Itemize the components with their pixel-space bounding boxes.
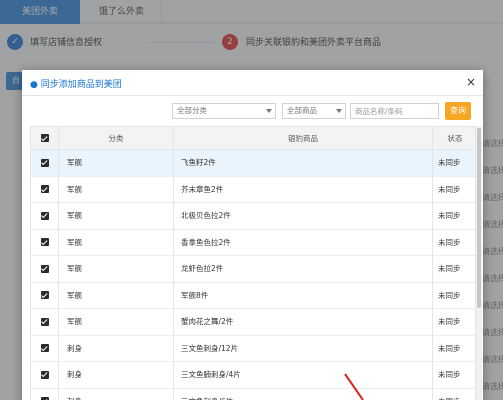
row-goods-name: 北极贝色拉2件	[174, 203, 433, 229]
filter-bar: 全部分类 全部商品 查询	[22, 102, 483, 122]
checkbox-checked-icon[interactable]	[40, 344, 49, 353]
row-checkbox-cell[interactable]	[31, 176, 59, 202]
row-category: 军舰	[59, 150, 174, 176]
row-checkbox-cell[interactable]	[31, 203, 59, 229]
dialog-header: ● 同步添加商品到美团 ×	[22, 70, 483, 96]
table-row[interactable]: 刺身 三文鱼腩刺身/4片 未同步	[31, 362, 475, 389]
checkbox-checked-icon[interactable]	[40, 185, 49, 194]
header-status: 状态	[447, 133, 463, 143]
table-row[interactable]: 军舰 军舰8件 未同步	[31, 282, 475, 309]
table-row[interactable]: 刺身 三文鱼刺身/6片 未同步	[31, 388, 477, 400]
checkbox-checked-icon[interactable]	[40, 134, 49, 142]
row-category: 刺身	[59, 362, 174, 388]
row-status: 未同步	[438, 237, 461, 247]
row-goods-name: 三文鱼刺身/6片	[174, 388, 433, 400]
row-checkbox-cell[interactable]	[31, 309, 59, 335]
row-status: 未同步	[438, 184, 461, 194]
close-icon[interactable]: ×	[465, 75, 477, 89]
row-goods-name: 芥末章鱼2件	[174, 176, 433, 202]
row-checkbox-cell[interactable]	[31, 388, 59, 400]
caret-down-icon	[266, 109, 272, 113]
table-row[interactable]: 军舰 香拿鱼色拉2件 未同步	[31, 229, 475, 256]
table-row[interactable]: 刺身 三文鱼刺身/12片 未同步	[31, 335, 475, 362]
goods-select[interactable]: 全部商品	[282, 103, 346, 119]
row-goods-name: 香拿鱼色拉2件	[174, 229, 433, 255]
table-row[interactable]: 军舰 芥末章鱼2件 未同步	[31, 176, 475, 203]
row-status: 未同步	[438, 370, 461, 380]
goods-table: 分类 银豹商品 状态 军舰 飞鱼籽2件 未同步 军舰 芥末章鱼2件 未同步 军舰…	[30, 126, 476, 400]
table-scrollbar[interactable]	[476, 126, 482, 400]
row-category: 军舰	[59, 229, 174, 255]
checkbox-checked-icon[interactable]	[40, 317, 49, 326]
row-category: 刺身	[59, 388, 174, 400]
checkbox-checked-icon[interactable]	[40, 158, 49, 167]
dialog-title: ● 同步添加商品到美团	[30, 80, 122, 90]
row-goods-name: 蟹肉花之舞/2件	[174, 309, 433, 335]
table-header: 分类 银豹商品 状态	[31, 127, 475, 150]
row-category: 军舰	[59, 282, 174, 308]
row-checkbox-cell[interactable]	[31, 335, 59, 361]
checkbox-checked-icon[interactable]	[40, 264, 49, 273]
row-checkbox-cell[interactable]	[31, 256, 59, 282]
row-checkbox-cell[interactable]	[31, 150, 59, 176]
row-goods-name: 三文鱼腩刺身/4片	[174, 362, 433, 388]
checkbox-checked-icon[interactable]	[40, 238, 49, 247]
row-checkbox-cell[interactable]	[31, 229, 59, 255]
row-category: 刺身	[59, 335, 174, 361]
category-select-value: 全部分类	[177, 106, 207, 115]
checkbox-checked-icon[interactable]	[40, 370, 49, 379]
row-goods-name: 三文鱼刺身/12片	[174, 335, 433, 361]
table-row[interactable]: 军舰 北极贝色拉2件 未同步	[31, 203, 475, 230]
query-button[interactable]: 查询	[445, 102, 471, 120]
row-goods-name: 飞鱼籽2件	[174, 150, 433, 176]
row-status: 未同步	[438, 264, 461, 274]
caret-down-icon	[336, 109, 342, 113]
row-goods-name: 军舰8件	[174, 282, 433, 308]
row-status: 未同步	[433, 389, 477, 400]
row-category: 军舰	[59, 203, 174, 229]
header-category: 分类	[59, 127, 174, 149]
row-status: 未同步	[438, 211, 461, 221]
checkbox-checked-icon[interactable]	[40, 291, 49, 300]
row-checkbox-cell[interactable]	[31, 282, 59, 308]
row-category: 军舰	[59, 176, 174, 202]
row-goods-name: 龙虾色拉2件	[174, 256, 433, 282]
header-goods-name: 银豹商品	[174, 127, 433, 149]
row-category: 军舰	[59, 309, 174, 335]
sync-goods-dialog: ● 同步添加商品到美团 × 全部分类 全部商品 查询 分类 银豹商品 状态 军舰…	[22, 70, 483, 400]
row-status: 未同步	[438, 290, 461, 300]
goods-select-value: 全部商品	[287, 106, 317, 115]
table-row[interactable]: 军舰 龙虾色拉2件 未同步	[31, 256, 475, 283]
row-category: 军舰	[59, 256, 174, 282]
search-input[interactable]	[350, 103, 439, 119]
row-status: 未同步	[438, 158, 461, 168]
row-status: 未同步	[438, 317, 461, 327]
table-row[interactable]: 军舰 飞鱼籽2件 未同步	[31, 150, 475, 177]
category-select[interactable]: 全部分类	[172, 103, 276, 119]
select-all-cell[interactable]	[31, 127, 59, 149]
table-row[interactable]: 军舰 蟹肉花之舞/2件 未同步	[31, 309, 475, 336]
row-status: 未同步	[438, 343, 461, 353]
scrollbar-thumb[interactable]	[477, 128, 481, 308]
row-checkbox-cell[interactable]	[31, 362, 59, 388]
checkbox-checked-icon[interactable]	[40, 211, 49, 220]
